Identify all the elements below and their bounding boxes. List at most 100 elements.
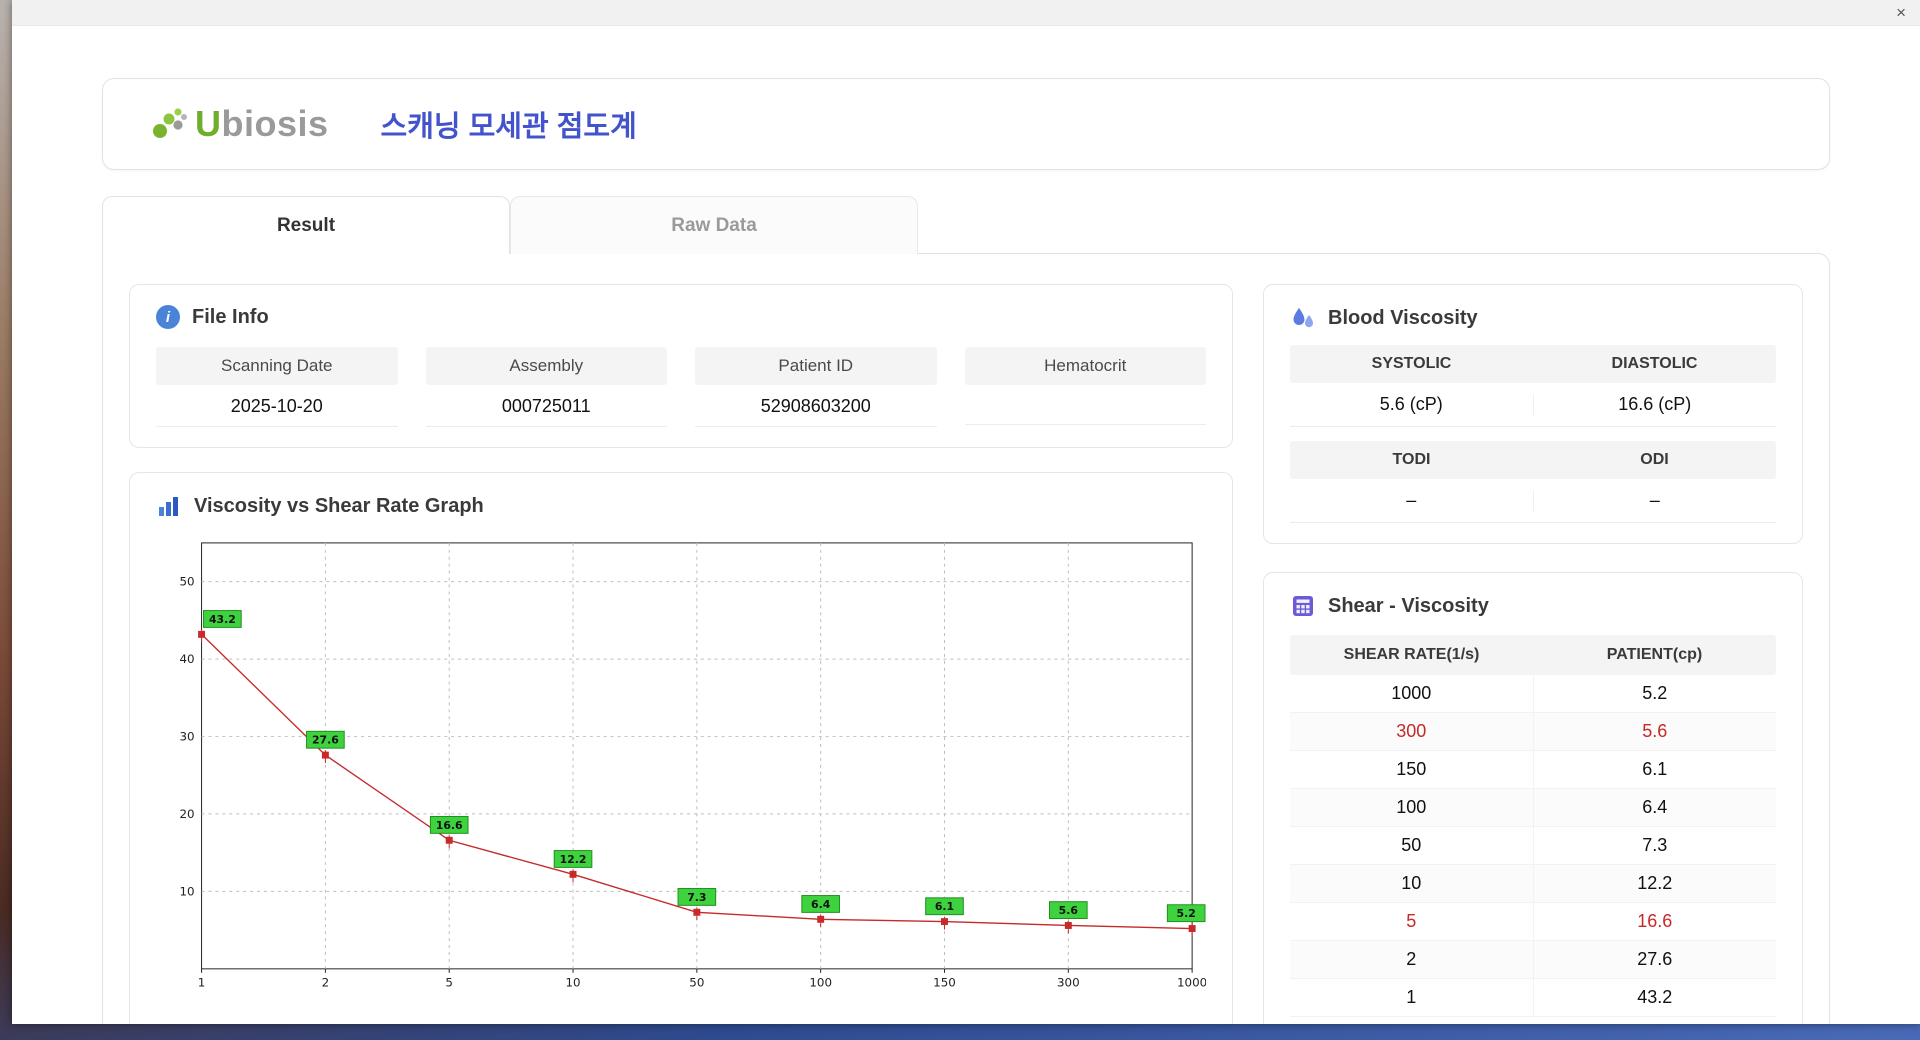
bv-header-row: TODI ODI (1290, 441, 1776, 479)
bar-chart-icon (159, 497, 178, 516)
svg-text:10: 10 (565, 976, 580, 990)
svg-text:5.2: 5.2 (1177, 907, 1196, 920)
bv-header-diastolic: DIASTOLIC (1611, 355, 1698, 372)
svg-text:16.6: 16.6 (436, 819, 463, 832)
field-value: 2025-10-20 (156, 385, 398, 427)
shear-table-row: 150 6.1 (1290, 751, 1776, 789)
shear-table-row: 300 5.6 (1290, 713, 1776, 751)
patient-viscosity-cell: 16.6 (1532, 903, 1777, 940)
bv-header-odi: ODI (1640, 451, 1669, 468)
svg-text:12.2: 12.2 (560, 853, 587, 866)
shear-table-row: 100 6.4 (1290, 789, 1776, 827)
svg-text:5: 5 (445, 976, 453, 990)
field-assembly: Assembly 000725011 (425, 347, 667, 427)
field-scanning-date: Scanning Date 2025-10-20 (156, 347, 398, 427)
content: Ubiosis 스캐닝 모세관 점도계 Result Raw Data i Fi… (12, 26, 1920, 1024)
field-label: Assembly (425, 347, 667, 385)
svg-text:50: 50 (180, 575, 195, 589)
svg-text:27.6: 27.6 (312, 734, 339, 747)
svg-text:100: 100 (809, 976, 832, 990)
svg-text:6.4: 6.4 (811, 898, 831, 911)
shear-rate-cell: 150 (1396, 759, 1427, 779)
svg-text:6.1: 6.1 (935, 900, 954, 913)
shear-rate-cell: 10 (1401, 873, 1422, 893)
svg-text:300: 300 (1057, 976, 1080, 990)
page-title: 스캐닝 모세관 점도계 (380, 111, 637, 143)
shear-rate-cell: 5 (1406, 911, 1417, 931)
field-hematocrit: Hematocrit (964, 347, 1206, 427)
shear-rate-cell: 1 (1406, 987, 1417, 1007)
ubiosis-logo: Ubiosis (149, 103, 329, 145)
col-patient: PATIENT(cp) (1606, 646, 1703, 663)
shear-table-row: 5 16.6 (1290, 903, 1776, 941)
svg-text:2: 2 (322, 976, 330, 990)
shear-table-row: 50 7.3 (1290, 827, 1776, 865)
patient-viscosity-cell: 27.6 (1532, 941, 1777, 978)
patient-viscosity-cell: 5.2 (1532, 675, 1777, 712)
shear-rate-cell: 2 (1406, 949, 1417, 969)
svg-text:1000: 1000 (1177, 976, 1206, 990)
field-value (964, 385, 1206, 425)
info-icon: i (156, 305, 180, 329)
svg-text:10: 10 (180, 884, 195, 898)
bv-value-row: – – (1290, 479, 1776, 523)
field-label: Hematocrit (964, 347, 1206, 385)
logo-text: Ubiosis (195, 103, 329, 144)
patient-viscosity-cell: 6.4 (1532, 789, 1777, 826)
svg-text:7.3: 7.3 (687, 891, 706, 904)
blood-viscosity-card: Blood Viscosity SYSTOLIC DIASTOLIC 5.6 (… (1263, 284, 1803, 544)
field-patient-id: Patient ID 52908603200 (695, 347, 937, 427)
col-shear-rate: SHEAR RATE(1/s) (1343, 646, 1480, 663)
close-icon[interactable]: × (1896, 4, 1906, 21)
patient-viscosity-cell: 6.1 (1532, 751, 1777, 788)
header-card: Ubiosis 스캐닝 모세관 점도계 (102, 78, 1830, 170)
tab-raw-data[interactable]: Raw Data (510, 196, 918, 254)
patient-viscosity-cell: 43.2 (1532, 979, 1777, 1016)
shear-table-row: 1 43.2 (1290, 979, 1776, 1017)
shear-viscosity-title: Shear - Viscosity (1290, 593, 1776, 619)
bv-header-todi: TODI (1392, 451, 1431, 468)
svg-text:50: 50 (689, 976, 704, 990)
bv-value-diastolic: 16.6 (cP) (1532, 394, 1777, 415)
leaf-icon (153, 108, 187, 138)
tab-result[interactable]: Result (102, 196, 510, 254)
viscosity-chart: 10 20 30 40 50 1 2 5 10 50 100 150 300 1000 43.2 27.6 16… (180, 542, 1206, 990)
titlebar: × (12, 0, 1920, 26)
shear-viscosity-card: Shear - Viscosity SHEAR RATE(1/s) PATIEN… (1263, 572, 1803, 1024)
shear-table-body: 1000 5.2 300 5.6 150 6.1 100 6.4 50 7.3 10 12.2 5 16.… (1290, 675, 1776, 1017)
bv-value-row: 5.6 (cP) 16.6 (cP) (1290, 383, 1776, 427)
svg-text:40: 40 (180, 652, 195, 666)
patient-viscosity-cell: 5.6 (1532, 713, 1777, 750)
file-info-title: i File Info (156, 305, 1206, 329)
svg-text:1: 1 (198, 976, 206, 990)
table-icon (1293, 596, 1313, 616)
patient-viscosity-cell: 7.3 (1532, 827, 1777, 864)
svg-text:30: 30 (180, 730, 195, 744)
shear-rate-cell: 100 (1396, 797, 1427, 817)
right-column: Blood Viscosity SYSTOLIC DIASTOLIC 5.6 (… (1263, 284, 1803, 1024)
app-window: × Ubiosis 스캐닝 모세관 점도계 Result Raw Data i … (12, 0, 1920, 1024)
field-value: 000725011 (425, 385, 667, 427)
svg-text:150: 150 (933, 976, 956, 990)
shear-rate-cell: 300 (1396, 721, 1427, 741)
field-label: Patient ID (695, 347, 937, 385)
bv-value-todi: – (1406, 490, 1417, 510)
shear-table-row: 2 27.6 (1290, 941, 1776, 979)
chart-wrap: 10 20 30 40 50 1 2 5 10 50 100 150 300 1000 43.2 27.6 16… (156, 533, 1206, 999)
blood-viscosity-title: Blood Viscosity (1290, 305, 1776, 331)
svg-text:20: 20 (180, 807, 195, 821)
main-panel: i File Info Scanning Date 2025-10-20 Ass… (102, 253, 1830, 1024)
svg-text:43.2: 43.2 (209, 613, 236, 626)
left-column: i File Info Scanning Date 2025-10-20 Ass… (129, 284, 1233, 1024)
bv-value-odi: – (1532, 490, 1777, 511)
field-value: 52908603200 (695, 385, 937, 427)
graph-card: Viscosity vs Shear Rate Graph 10 20 30 40 50… (129, 472, 1233, 1024)
shear-table-header: SHEAR RATE(1/s) PATIENT(cp) (1290, 635, 1776, 675)
file-info-fields: Scanning Date 2025-10-20 Assembly 000725… (156, 347, 1206, 427)
tabs: Result Raw Data (102, 196, 1830, 254)
svg-text:5.6: 5.6 (1059, 904, 1078, 917)
shear-rate-cell: 50 (1401, 835, 1422, 855)
patient-viscosity-cell: 12.2 (1532, 865, 1777, 902)
bv-header-row: SYSTOLIC DIASTOLIC (1290, 345, 1776, 383)
shear-rate-cell: 1000 (1391, 683, 1432, 703)
